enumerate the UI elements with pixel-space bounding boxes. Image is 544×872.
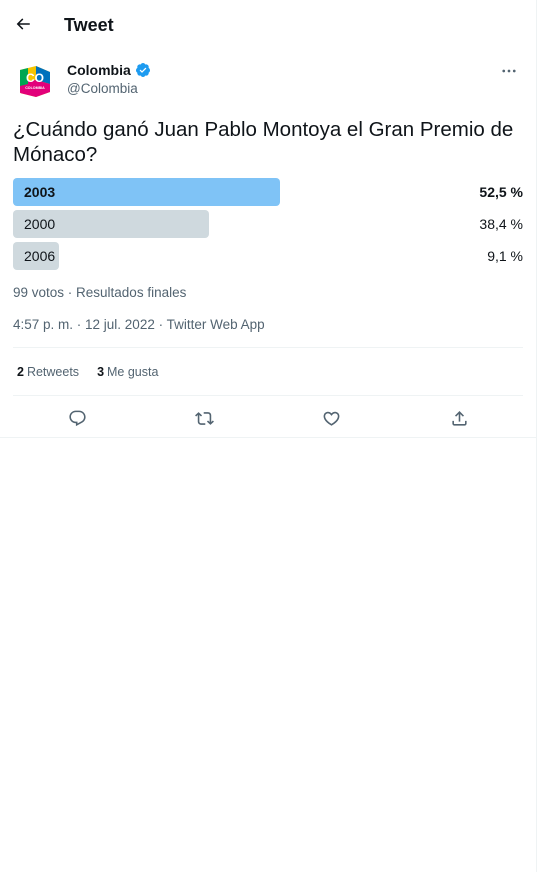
poll-option-percent: 52,5 %	[479, 184, 523, 200]
header: Tweet	[0, 0, 536, 50]
more-options-button[interactable]	[496, 60, 522, 82]
poll: 2003 52,5 % 2000 38,4 % 2006 9,1 %	[13, 178, 523, 274]
author-name[interactable]: Colombia	[67, 62, 131, 78]
likes-count: 3	[97, 365, 105, 379]
poll-option: 2006 9,1 %	[13, 242, 523, 270]
retweets-label: Retweets	[26, 365, 80, 379]
avatar[interactable]: CO COLOMBIA	[16, 62, 54, 100]
like-icon	[323, 411, 339, 426]
like-button[interactable]	[317, 404, 345, 432]
tweet-stats: 2 Retweets 3 Me gusta	[17, 365, 158, 379]
verified-badge-icon	[135, 63, 150, 77]
retweets-stat[interactable]: 2 Retweets	[17, 365, 79, 379]
tweet-timestamp[interactable]: 4:57 p. m. · 12 jul. 2022 · Twitter Web …	[13, 317, 265, 332]
reply-icon	[68, 410, 86, 426]
poll-option: 2000 38,4 %	[13, 210, 523, 238]
divider	[13, 395, 523, 396]
poll-option: 2003 52,5 %	[13, 178, 523, 206]
more-horizontal-icon	[502, 69, 516, 73]
page-title: Tweet	[64, 15, 114, 35]
retweet-icon	[194, 411, 214, 425]
poll-option-label: 2006	[24, 248, 56, 264]
author-handle[interactable]: @Colombia	[67, 81, 138, 96]
tweet-author: CO COLOMBIA Colombia @Colombia	[16, 62, 520, 102]
share-icon	[451, 410, 467, 426]
likes-stat[interactable]: 3 Me gusta	[97, 365, 158, 379]
poll-option-label: 2003	[24, 184, 56, 200]
retweets-count: 2	[17, 365, 24, 379]
divider	[13, 347, 523, 348]
share-button[interactable]	[445, 404, 473, 432]
poll-option-percent: 38,4 %	[479, 216, 523, 232]
poll-meta: 99 votos · Resultados finales	[13, 285, 187, 300]
divider	[0, 437, 537, 438]
likes-label: Me gusta	[107, 365, 159, 379]
poll-option-percent: 9,1 %	[487, 248, 523, 264]
avatar-logo-subtext: COLOMBIA	[25, 86, 45, 90]
tweet-column: Tweet CO COLOMBIA Colombia @Colombia ¿Cu…	[0, 0, 537, 872]
avatar-logo-text: CO	[26, 71, 44, 85]
tweet-text: ¿Cuándo ganó Juan Pablo Montoya el Gran …	[13, 118, 514, 166]
tweet-actions	[13, 400, 523, 436]
retweet-button[interactable]	[190, 404, 218, 432]
arrow-left-icon	[16, 18, 30, 30]
poll-option-label: 2000	[24, 216, 56, 232]
back-button[interactable]	[8, 9, 38, 39]
reply-button[interactable]	[63, 404, 91, 432]
name-row: Colombia	[67, 62, 151, 78]
